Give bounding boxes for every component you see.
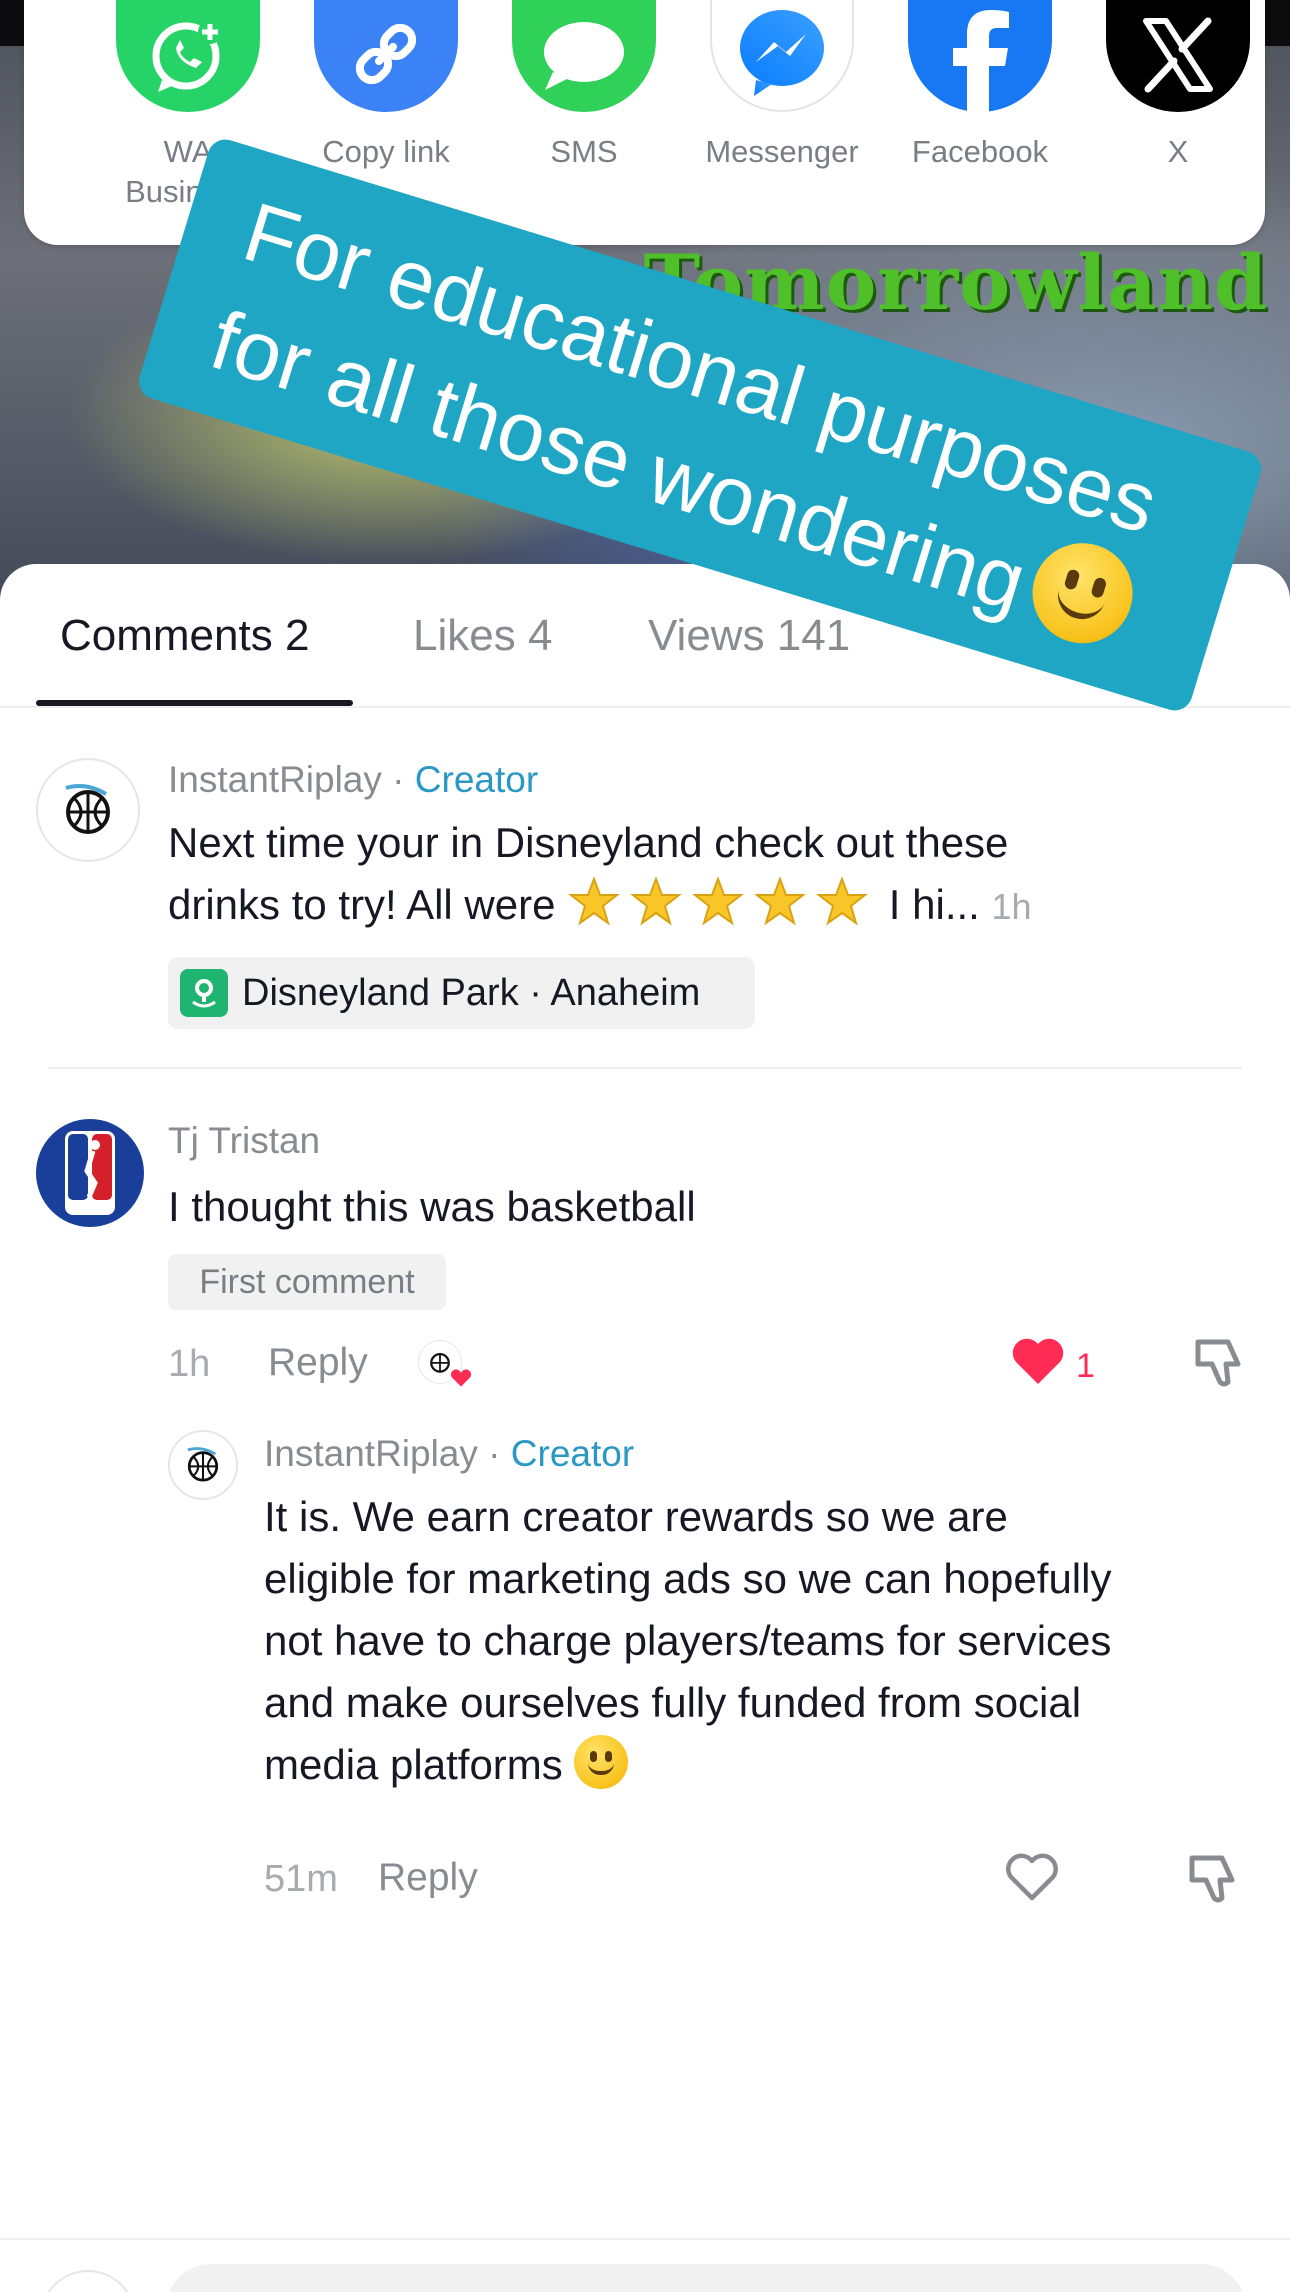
facebook-icon (908, 0, 1052, 114)
creator-liked-heart-icon (448, 1367, 474, 1390)
share-label: X (1167, 134, 1189, 169)
creator-badge: Creator (510, 1433, 635, 1474)
avatar (40, 2270, 136, 2292)
location-pin-icon (180, 969, 228, 1017)
comment-text-line-1: Next time your in Disneyland check out t… (168, 819, 1009, 866)
reply-text: It is. We earn creator rewards so we are… (264, 1486, 1264, 1796)
heart-filled-icon[interactable] (1010, 1336, 1066, 1388)
reply-author-line: InstantRiplay · Creator (264, 1432, 634, 1476)
comment-text-line-2: drinks to try! All were I hi... 1h (168, 874, 1248, 938)
comment-author[interactable]: Tj Tristan (168, 1119, 320, 1163)
reply-button[interactable]: Reply (268, 1340, 368, 1386)
star-icon (816, 876, 869, 926)
location-chip[interactable]: Disneyland Park · Anaheim (168, 957, 755, 1029)
location-label: Disneyland Park · Anaheim (242, 971, 701, 1014)
comment-author-line: InstantRiplay · Creator (168, 758, 538, 802)
comment-text-suffix[interactable]: I hi... (877, 881, 980, 928)
reply-text-line-last: media platforms (264, 1734, 1264, 1796)
star-icon (754, 876, 807, 926)
reply-text-line: It is. We earn creator rewards so we are (264, 1493, 1008, 1540)
whatsapp-business-icon (116, 0, 260, 112)
share-label: Copy link (322, 134, 450, 169)
comment-author[interactable]: InstantRiplay (168, 759, 382, 800)
reply-text-line: media platforms (264, 1741, 575, 1788)
comment-input[interactable] (166, 2264, 1246, 2292)
first-comment-badge: First comment (168, 1254, 446, 1310)
reply-time: 51m (264, 1858, 338, 1900)
dislike-icon[interactable] (1190, 1334, 1250, 1390)
star-icon (692, 876, 745, 926)
reply-button[interactable]: Reply (378, 1855, 478, 1901)
reply-text-line: eligible for marketing ads so we can hop… (264, 1555, 1112, 1602)
creator-badge: Creator (414, 759, 539, 800)
star-icon (630, 876, 683, 926)
comment-divider (48, 1067, 1242, 1069)
share-label: SMS (550, 134, 618, 169)
author-separator: · (381, 759, 415, 800)
heart-outline-icon[interactable] (1004, 1852, 1060, 1904)
smiley-emoji-icon (574, 1735, 629, 1789)
like-count: 1 (1076, 1347, 1095, 1385)
comment-input-bar (0, 2238, 1290, 2292)
comment-text-prefix: drinks to try! All were (168, 881, 568, 928)
nba-logo-icon (65, 1131, 115, 1215)
link-icon (314, 0, 458, 112)
basketball-logo-icon (65, 784, 110, 834)
reply-text-line: not have to charge players/teams for ser… (264, 1617, 1112, 1664)
messenger-icon (710, 0, 854, 112)
sms-icon (512, 0, 656, 112)
share-label: Facebook (911, 134, 1049, 169)
tab-views[interactable]: Views 141 (648, 610, 850, 662)
star-icon (568, 876, 621, 926)
comment-text: Next time your in Disneyland check out t… (168, 812, 1248, 938)
x-icon (1106, 0, 1250, 112)
avatar[interactable] (168, 1430, 238, 1500)
reply-text-line: and make ourselves fully funded from soc… (264, 1679, 1082, 1726)
author-separator: · (477, 1433, 511, 1474)
tab-likes[interactable]: Likes 4 (413, 610, 552, 662)
dislike-icon[interactable] (1184, 1850, 1244, 1906)
comments-panel: Comments 2 Likes 4 Views 141 InstantRipl… (0, 564, 1290, 2292)
avatar[interactable] (36, 1119, 144, 1227)
tab-comments[interactable]: Comments 2 (60, 610, 309, 662)
comment-text: I thought this was basketball (168, 1183, 696, 1230)
share-label: Messenger (705, 134, 859, 169)
reply-author[interactable]: InstantRiplay (264, 1433, 478, 1474)
active-tab-indicator (36, 700, 353, 706)
comment-time: 1h (168, 1343, 211, 1385)
basketball-logo-icon (187, 1447, 219, 1482)
comment-time: 1h (991, 886, 1032, 927)
avatar[interactable] (36, 758, 140, 862)
